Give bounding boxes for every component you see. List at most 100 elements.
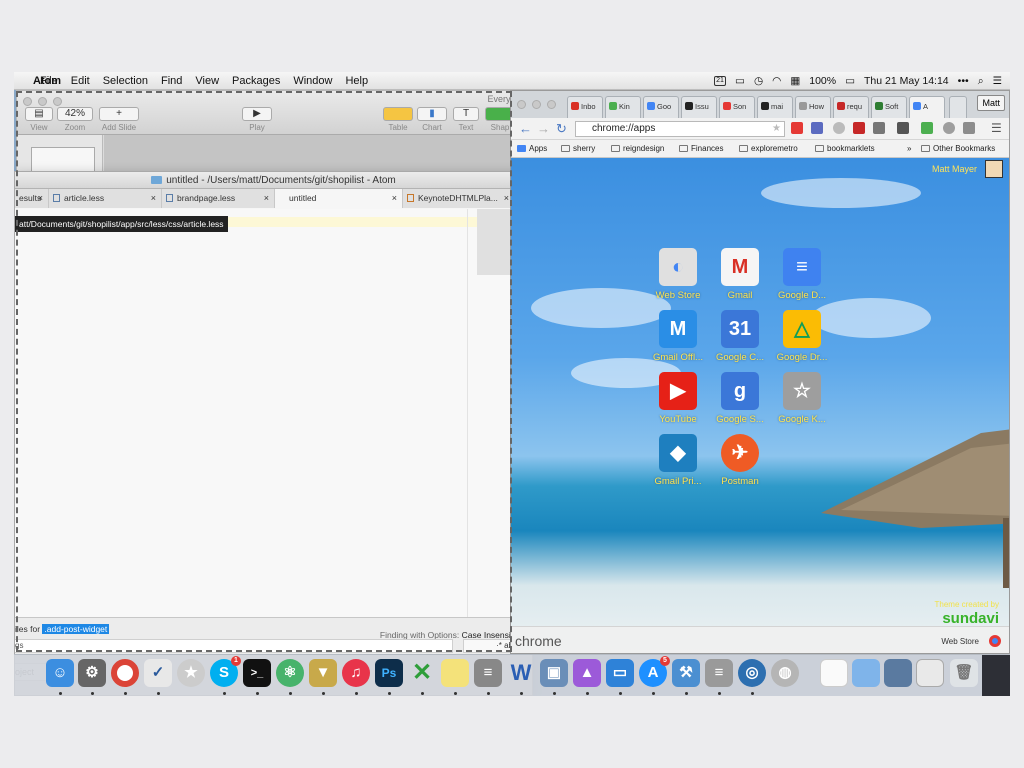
back-icon[interactable]: ← — [519, 121, 532, 136]
bookmark-bookmarklets[interactable]: bookmarklets — [815, 144, 875, 153]
chrome-tab-soft[interactable]: Soft — [871, 96, 907, 118]
tab-keynote-dhtml[interactable]: KeynoteDHTMLPla... × — [403, 189, 515, 208]
chrome-menu-icon[interactable]: ☰ — [991, 121, 1002, 135]
clock[interactable]: Thu 21 May 14:14 — [864, 75, 949, 87]
app-store-icon[interactable]: A5 — [639, 656, 670, 687]
keynote-icon[interactable]: ▭ — [606, 659, 634, 687]
trash-icon[interactable]: 🗑 — [950, 659, 978, 687]
app-gmail-offline[interactable]: M Gmail Offl... — [648, 310, 708, 363]
table-button[interactable]: Table — [383, 107, 413, 132]
photoshop-icon[interactable]: Ps — [375, 659, 403, 687]
chrome-tab-kin[interactable]: Kin — [605, 96, 641, 118]
web-store-icon[interactable] — [989, 635, 1001, 647]
preview-icon[interactable]: ▣ — [540, 659, 568, 687]
skype-icon[interactable]: S1 — [210, 656, 241, 687]
wifi-icon[interactable]: ◠ — [772, 75, 781, 87]
chrome-tab-how[interactable]: How — [795, 96, 831, 118]
app-web-store[interactable]: ◐ Web Store — [648, 248, 708, 301]
bookmark-finances[interactable]: Finances — [679, 144, 723, 153]
chrome-tab-mai[interactable]: mai — [757, 96, 793, 118]
safari-icon[interactable]: ◎ — [738, 659, 766, 687]
theme-brand[interactable]: sundavi — [942, 610, 999, 627]
photos-icon[interactable]: ▲ — [573, 659, 601, 687]
chrome-tab-issues[interactable]: Issu — [681, 96, 717, 118]
close-icon[interactable]: × — [151, 189, 156, 208]
app-postman[interactable]: ✈ Postman — [710, 434, 770, 487]
bookmarks-overflow[interactable]: » — [907, 144, 911, 153]
bookmark-exploremetro[interactable]: exploremetro — [739, 144, 798, 153]
app-menu[interactable]: Atom — [17, 75, 77, 87]
extension-icon-9[interactable] — [963, 122, 975, 134]
close-icon[interactable]: × — [504, 189, 509, 208]
notes-icon[interactable] — [441, 659, 469, 687]
menu-packages[interactable]: Packages — [232, 75, 280, 87]
omnifocus-icon[interactable]: ✓ — [144, 659, 172, 687]
text-button[interactable]: T Text — [453, 107, 479, 132]
document-icon[interactable] — [820, 659, 848, 687]
tab-article-less[interactable]: article.less × — [49, 189, 162, 208]
excel-icon[interactable]: ✕ — [408, 659, 436, 687]
atom-icon[interactable]: ⚛ — [276, 659, 304, 687]
airplay-icon[interactable]: ▭ — [735, 75, 745, 87]
keynote-window-controls[interactable] — [23, 97, 62, 106]
chrome-tab-son[interactable]: Son — [719, 96, 755, 118]
extension-icon-5[interactable] — [873, 122, 885, 134]
battery-percent[interactable]: 100% — [809, 75, 836, 87]
window-thumbnail-icon[interactable] — [916, 659, 944, 687]
xcode-icon[interactable]: ⚒ — [672, 659, 700, 687]
tab-untitled[interactable]: untitled × — [275, 189, 403, 208]
terminal-icon[interactable]: >_ — [243, 659, 271, 687]
sequel-pro-icon[interactable]: ≡ — [705, 659, 733, 687]
chrome-window-controls[interactable] — [517, 100, 556, 109]
chrome-icon[interactable] — [111, 659, 139, 687]
time-machine-icon[interactable]: ◷ — [754, 75, 763, 87]
extension-icon-4[interactable] — [853, 122, 865, 134]
word-icon[interactable]: W — [507, 659, 535, 687]
tab-brandpage-less[interactable]: brandpage.less × — [162, 189, 275, 208]
user-avatar[interactable] — [985, 160, 1003, 178]
zoom-select[interactable]: 42% Zoom — [57, 107, 93, 132]
add-slide-button[interactable]: + Add Slide — [99, 107, 139, 132]
app-youtube[interactable]: ▶ YouTube — [648, 372, 708, 425]
more-icon[interactable]: ••• — [958, 75, 969, 87]
other-bookmarks[interactable]: Other Bookmarks — [921, 144, 995, 153]
new-tab-button[interactable] — [949, 96, 967, 118]
finder-icon[interactable]: ☺ — [46, 659, 74, 687]
extension-icon-6[interactable] — [897, 122, 909, 134]
bookmark-star-icon[interactable]: ★ — [772, 122, 781, 136]
flag-icon[interactable]: ▦ — [790, 75, 800, 87]
text-editor[interactable] — [15, 209, 532, 617]
extension-icon-3[interactable] — [833, 122, 845, 134]
spotlight-icon[interactable]: ⌕ — [978, 75, 984, 88]
extension-icon-8[interactable] — [943, 122, 955, 134]
forward-icon[interactable]: → — [537, 121, 550, 136]
extension-icon-1[interactable] — [791, 122, 803, 134]
find-input[interactable]: gs — [15, 639, 453, 653]
app-google-calendar[interactable]: 31 Google C... — [710, 310, 770, 363]
app-gmail[interactable]: M Gmail — [710, 248, 770, 301]
itunes-icon[interactable]: ♫ — [342, 659, 370, 687]
system-preferences-icon[interactable]: ⚙ — [78, 659, 106, 687]
extension-icon-7[interactable] — [921, 122, 933, 134]
view-button[interactable]: ▤ View — [25, 107, 53, 132]
app-google-drive[interactable]: △ Google Dr... — [772, 310, 832, 363]
calendar-status-icon[interactable]: 21 — [714, 76, 727, 86]
address-bar[interactable]: chrome://apps ★ — [575, 121, 785, 137]
app-gmail-priority[interactable]: ◆ Gmail Pri... — [648, 434, 708, 487]
menu-help[interactable]: Help — [345, 75, 368, 87]
profile-button[interactable]: Matt — [977, 95, 1005, 111]
footer-web-store-link[interactable]: Web Store — [941, 637, 979, 646]
app-google-docs[interactable]: ≡ Google D... — [772, 248, 832, 301]
bookmark-sherry[interactable]: sherry — [561, 144, 595, 153]
menu-find[interactable]: Find — [161, 75, 182, 87]
menu-selection[interactable]: Selection — [103, 75, 148, 87]
screenshot-stack-icon[interactable] — [884, 659, 912, 687]
signed-in-user[interactable]: Matt Mayer — [932, 164, 977, 174]
menu-view[interactable]: View — [195, 75, 219, 87]
reload-icon[interactable]: ↻ — [556, 121, 567, 137]
bookmark-reigndesign[interactable]: reigndesign — [611, 144, 664, 153]
chrome-tab-requ[interactable]: requ — [833, 96, 869, 118]
bookmark-apps[interactable]: Apps — [517, 144, 547, 153]
launchpad-icon[interactable]: ★ — [177, 659, 205, 687]
menu-window[interactable]: Window — [293, 75, 332, 87]
